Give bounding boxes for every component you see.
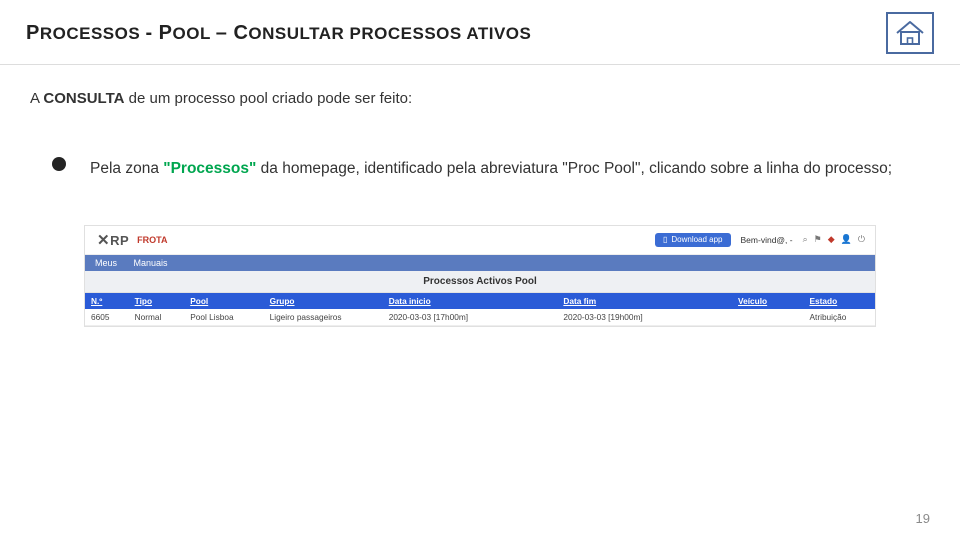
- col-pool[interactable]: Pool: [184, 293, 263, 309]
- user-icon[interactable]: 👤: [841, 234, 852, 245]
- table-row[interactable]: 6605 Normal Pool Lisboa Ligeiro passagei…: [85, 309, 875, 326]
- bullet-text: Pela zona "Processos" da homepage, ident…: [90, 151, 892, 187]
- phone-icon: ▯: [663, 235, 667, 244]
- intro-text: A CONSULTA de um processo pool criado po…: [30, 87, 930, 111]
- nav-item-meus[interactable]: Meus: [95, 258, 117, 268]
- process-table: N.º Tipo Pool Grupo Data inicio Data fim…: [85, 293, 875, 326]
- section-title: Processos Activos Pool: [85, 271, 875, 293]
- col-veiculo[interactable]: Veículo: [732, 293, 803, 309]
- flag-icon[interactable]: ⚑: [814, 234, 822, 245]
- bullet-marker: [52, 157, 66, 171]
- col-fim[interactable]: Data fim: [557, 293, 732, 309]
- col-inicio[interactable]: Data inicio: [383, 293, 558, 309]
- search-icon[interactable]: ⌕: [803, 234, 808, 245]
- home-icon[interactable]: [886, 12, 934, 54]
- welcome-text: Bem-vind@, -: [741, 235, 793, 245]
- col-tipo[interactable]: Tipo: [129, 293, 185, 309]
- page-title: PROCESSOS - POOL – CONSULTAR PROCESSOS A…: [26, 22, 531, 45]
- col-grupo[interactable]: Grupo: [264, 293, 383, 309]
- app-screenshot: ✕XRPRP FROTA ▯ Download app Bem-vind@, -…: [84, 225, 876, 327]
- nav-item-manuais[interactable]: Manuais: [134, 258, 168, 268]
- download-button[interactable]: ▯ Download app: [655, 233, 731, 247]
- col-estado[interactable]: Estado: [804, 293, 876, 309]
- brand-sub: FROTA: [137, 235, 167, 245]
- col-num[interactable]: N.º: [85, 293, 129, 309]
- nav-bar: Meus Manuais: [85, 255, 875, 271]
- bell-icon[interactable]: ◆: [828, 234, 835, 245]
- power-icon[interactable]: ⏻: [858, 234, 865, 245]
- brand-logo: ✕XRPRP: [97, 231, 129, 249]
- page-number: 19: [916, 511, 930, 526]
